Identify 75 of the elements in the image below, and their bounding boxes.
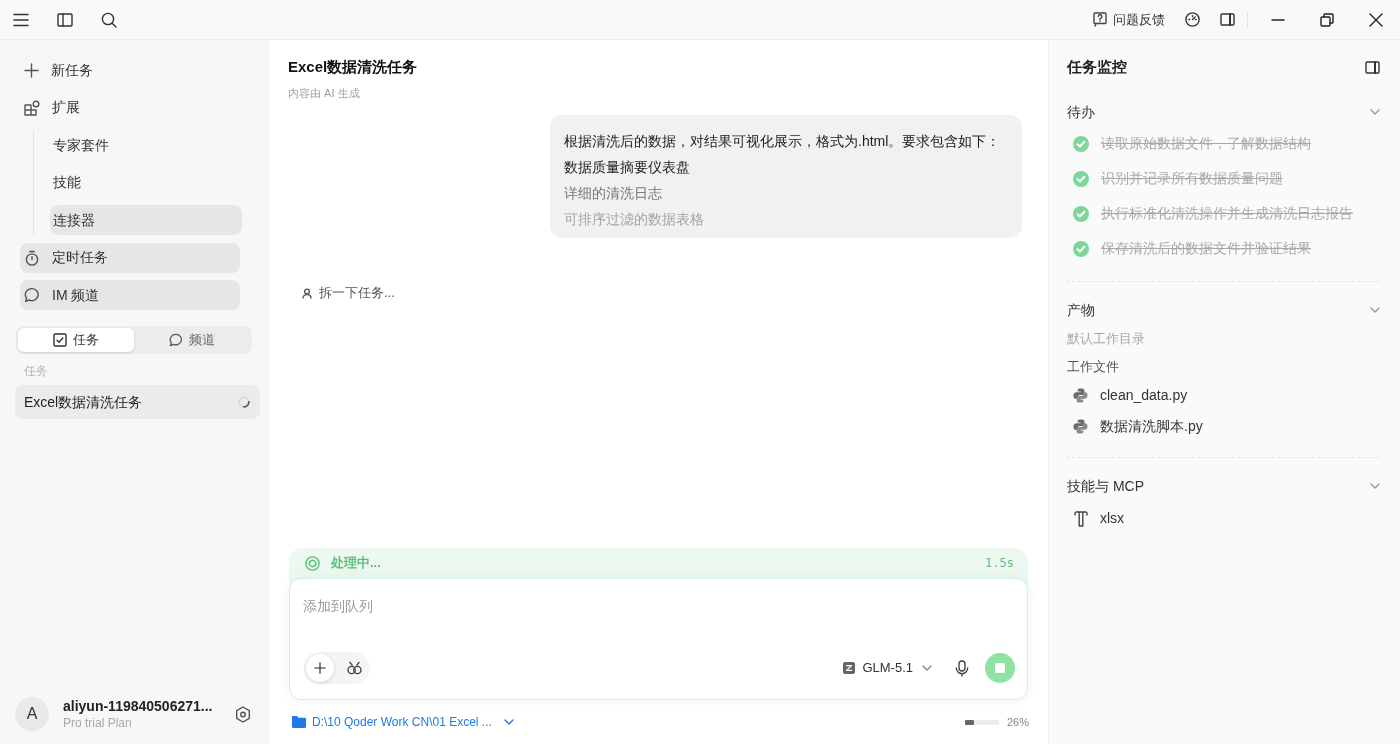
model-logo-icon <box>843 662 856 674</box>
plan-label: Pro trial Plan <box>63 715 133 731</box>
plus-icon <box>24 62 39 78</box>
microphone-icon[interactable] <box>955 659 969 677</box>
menu-icon[interactable] <box>13 12 29 27</box>
section-title: 待办 <box>1067 102 1095 122</box>
chat-bubble-icon <box>169 333 183 347</box>
sidebar-item[interactable]: 连接器 <box>50 205 242 235</box>
chevron-icon <box>922 665 932 671</box>
thinking-text: 拆一下任务... <box>319 284 395 303</box>
section-label: 任务 <box>24 363 49 379</box>
chevron-icon[interactable] <box>1370 307 1380 313</box>
message-input[interactable]: 添加到队列 GLM-5.1 <box>289 578 1028 700</box>
file-item[interactable]: 数据清洗脚本.py <box>1067 411 1211 442</box>
close-icon[interactable] <box>1368 12 1383 27</box>
python-logo-icon <box>1073 388 1088 403</box>
task-title: Excel数据清洗任务 <box>288 57 418 77</box>
user-name: aliyun-119840506271... <box>63 697 213 715</box>
message-line: 详细的清洗日志 <box>564 184 662 203</box>
status-label: 处理中... <box>331 554 381 573</box>
sidebar-item[interactable]: IM 频道 <box>20 280 240 310</box>
model-selector[interactable]: GLM-5.1 <box>843 658 932 678</box>
gauge-icon[interactable] <box>1185 12 1200 27</box>
person-icon <box>302 287 312 299</box>
chevron-icon[interactable] <box>1370 109 1380 115</box>
plus-icon <box>314 662 326 674</box>
todo-text: 执行标准化清洗操作并生成清洗日志报告 <box>1101 204 1353 223</box>
file-item[interactable]: clean_data.py <box>1067 380 1196 411</box>
message-line: 根据清洗后的数据，对结果可视化展示，格式为.html。要求包含如下： <box>564 132 1001 151</box>
progress-ring-icon <box>305 555 320 571</box>
letter-t-icon <box>1074 510 1088 527</box>
sidebar-item[interactable]: 新任务 <box>20 55 240 85</box>
todo-text: 读取原始数据文件，了解数据结构 <box>1101 134 1311 153</box>
message-line: 数据质量摘要仪表盘 <box>564 158 690 177</box>
sidebar-item[interactable]: 专家套件 <box>50 130 242 160</box>
context-usage: 26% <box>1006 714 1029 730</box>
add-button[interactable] <box>306 654 334 682</box>
sidebar-toggle-icon[interactable] <box>57 12 73 27</box>
chevron-icon <box>503 719 514 725</box>
todo-text: 识别并记录所有数据质量问题 <box>1101 169 1283 188</box>
python-logo-icon <box>1073 419 1088 434</box>
skill-item[interactable]: xlsx <box>1067 503 1133 534</box>
settings-icon[interactable] <box>235 705 251 723</box>
avatar[interactable]: A <box>15 697 49 731</box>
help-icon <box>1093 12 1107 27</box>
sidebar-item[interactable]: 技能 <box>50 167 242 198</box>
chat-bubble-icon <box>24 287 40 303</box>
panel-title: 任务监控 <box>1067 56 1127 77</box>
restore-icon[interactable] <box>1319 12 1334 27</box>
task-item[interactable]: Excel数据清洗任务 <box>15 385 260 419</box>
todo-text: 保存清洗后的数据文件并验证结果 <box>1101 239 1311 258</box>
sidebar-item[interactable]: 定时任务 <box>20 242 240 273</box>
message-line: 可排序过滤的数据表格 <box>564 210 704 229</box>
stop-icon <box>995 663 1005 673</box>
chevron-icon[interactable] <box>1370 483 1380 489</box>
checkbox-icon <box>53 333 67 347</box>
folder-icon <box>292 716 306 728</box>
elapsed-time: 1.5s <box>985 555 1014 572</box>
tab[interactable]: 频道 <box>134 328 250 352</box>
panel-toggle-icon[interactable] <box>1365 60 1380 74</box>
section-title: 产物 <box>1067 300 1095 320</box>
group-label: 工作文件 <box>1067 358 1119 377</box>
minimize-icon[interactable] <box>1270 18 1285 21</box>
sidebar-item[interactable]: 扩展 <box>20 92 240 123</box>
ai-notice: 内容由 AI 生成 <box>288 86 360 101</box>
twin-rings-icon[interactable] <box>346 661 362 675</box>
directory-label: 默认工作目录 <box>1067 330 1145 349</box>
tab[interactable]: 任务 <box>18 328 134 352</box>
timer-icon <box>24 249 40 266</box>
feedback-button[interactable]: 问题反馈 <box>1093 3 1165 36</box>
workspace-path[interactable]: D:\10 Qoder Work CN\01 Excel ... <box>292 713 514 731</box>
search-icon[interactable] <box>101 11 117 28</box>
blocks-icon <box>24 99 40 116</box>
panel-toggle-icon[interactable] <box>1220 13 1235 26</box>
section-title: 技能与 MCP <box>1067 476 1144 496</box>
